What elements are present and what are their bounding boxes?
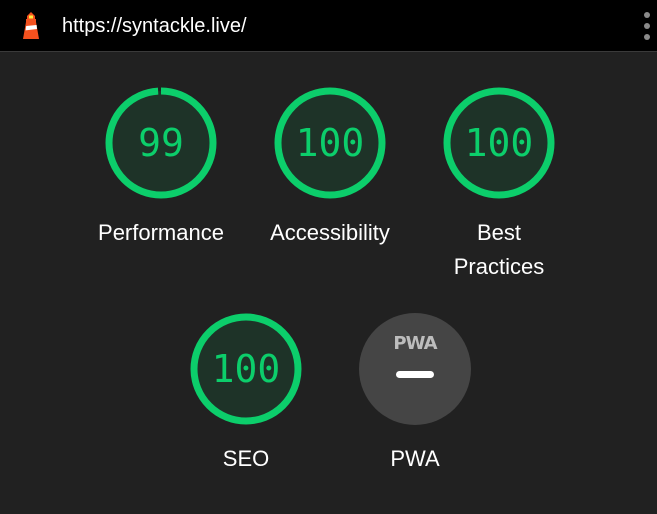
url-text[interactable]: https://syntackle.live/ xyxy=(62,14,247,38)
accessibility-gauge[interactable]: 100 xyxy=(274,87,386,199)
best-practices-score: 100 xyxy=(464,121,534,165)
seo-label: SEO xyxy=(222,446,270,471)
seo-score: 100 xyxy=(211,347,281,391)
dash-icon xyxy=(396,371,434,378)
lighthouse-icon xyxy=(23,12,39,39)
best-practices-label-line-1: Best xyxy=(476,220,522,245)
best-practices-label-line-2: Practices xyxy=(453,254,545,279)
accessibility-score: 100 xyxy=(295,121,365,165)
pwa-badge-icon: PWA xyxy=(393,333,437,354)
performance-gauge[interactable]: 99 xyxy=(105,87,217,199)
best-practices-gauge[interactable]: 100 xyxy=(443,87,555,199)
seo-gauge[interactable]: 100 xyxy=(190,313,302,425)
more-vertical-icon[interactable] xyxy=(637,10,657,42)
performance-score: 99 xyxy=(138,121,184,165)
address-bar: https://syntackle.live/ xyxy=(0,0,657,52)
performance-label: Performance xyxy=(98,220,224,245)
accessibility-label: Accessibility xyxy=(270,220,390,245)
pwa-gauge[interactable]: PWA xyxy=(359,313,471,425)
best-practices-label: Best Practices xyxy=(414,216,584,284)
lighthouse-report: https://syntackle.live/ 99 Performance 1… xyxy=(0,0,657,514)
pwa-label: PWA xyxy=(390,446,440,471)
